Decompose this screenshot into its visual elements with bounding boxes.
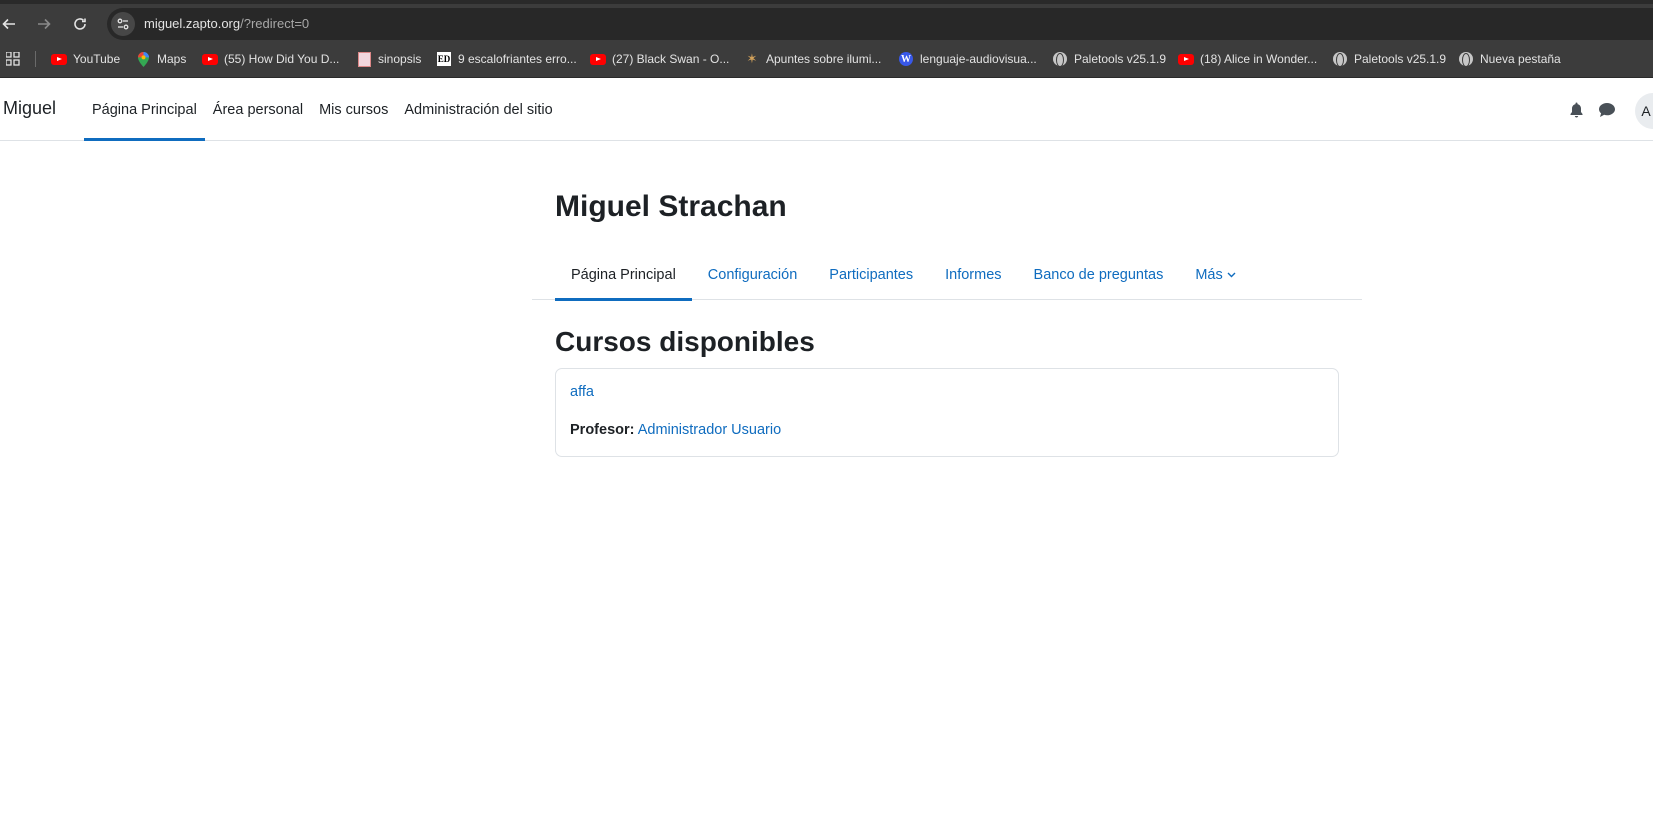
primary-nav-site-admin[interactable]: Administración del sitio: [396, 78, 560, 141]
bookmark-label: Apuntes sobre ilumi...: [766, 52, 882, 66]
back-button[interactable]: [0, 12, 21, 36]
reload-button[interactable]: [68, 12, 92, 36]
forward-button[interactable]: [32, 12, 56, 36]
bell-icon: [1570, 102, 1582, 118]
user-avatar[interactable]: A: [1635, 93, 1653, 129]
globe-icon: [1332, 51, 1348, 67]
arrow-left-icon: [2, 18, 15, 30]
globe-icon: [1052, 51, 1068, 67]
ed-icon: ED: [437, 52, 451, 66]
tab-reports[interactable]: Informes: [929, 250, 1017, 300]
bookmark-escalofriantes[interactable]: ED 9 escalofriantes erro...: [436, 50, 577, 68]
bookmark-lenguaje[interactable]: W lenguaje-audiovisua...: [898, 50, 1037, 68]
chat-bubble-icon: [1599, 103, 1615, 117]
bookmark-paletools-1[interactable]: Paletools v25.1.9: [1052, 50, 1166, 68]
bookmark-label: Paletools v25.1.9: [1074, 52, 1167, 66]
site-navbar: Miguel Página Principal Área personal Mi…: [0, 78, 1653, 141]
address-bar[interactable]: miguel.zapto.org/?redirect=0: [107, 8, 1653, 40]
apps-grid-icon[interactable]: [6, 52, 20, 66]
wordpress-icon: W: [899, 52, 913, 66]
bookmark-label: sinopsis: [378, 52, 422, 66]
bookmark-label: YouTube: [73, 52, 121, 66]
youtube-icon: [202, 51, 218, 67]
site-brand[interactable]: Miguel: [3, 98, 56, 119]
tab-more[interactable]: Más: [1179, 250, 1251, 300]
secondary-navigation: Página Principal Configuración Participa…: [532, 250, 1362, 301]
reload-icon: [74, 18, 86, 30]
course-link[interactable]: affa: [570, 384, 594, 400]
bookmark-label: Nueva pestaña: [1480, 52, 1561, 66]
course-card: affa Profesor: Administrador Usuario: [555, 368, 1339, 457]
section-title: Cursos disponibles: [555, 326, 815, 357]
teacher-label: Profesor:: [570, 422, 635, 438]
url-path: /?redirect=0: [240, 16, 310, 31]
bookmark-nueva-pestana[interactable]: Nueva pestaña: [1458, 50, 1561, 68]
bookmark-youtube[interactable]: YouTube: [51, 50, 120, 68]
globe-icon: [1458, 51, 1474, 67]
primary-nav-dashboard[interactable]: Área personal: [205, 78, 311, 141]
bookmark-alice[interactable]: (18) Alice in Wonder...: [1178, 50, 1317, 68]
bookmark-black-swan[interactable]: (27) Black Swan - O...: [590, 50, 729, 68]
bookmarks-bar: YouTube Maps (55) How Did You D... sinop…: [0, 40, 1653, 78]
bookmarks-separator: [35, 51, 36, 67]
page-title: Miguel Strachan: [555, 190, 787, 223]
course-teacher: Profesor: Administrador Usuario: [570, 422, 1324, 438]
youtube-icon: [590, 51, 606, 67]
maps-icon: [135, 51, 151, 67]
document-icon: [356, 51, 372, 67]
arrow-right-icon: [38, 18, 51, 30]
bookmark-label: lenguaje-audiovisua...: [920, 52, 1037, 66]
tab-home[interactable]: Página Principal: [555, 250, 692, 301]
teacher-link[interactable]: Administrador Usuario: [638, 422, 781, 438]
bookmark-label: Maps: [157, 52, 187, 66]
bookmark-sinopsis[interactable]: sinopsis: [356, 50, 421, 68]
tab-more-label: Más: [1195, 267, 1223, 283]
bookmark-apuntes[interactable]: ✶ Apuntes sobre ilumi...: [744, 50, 882, 68]
bookmark-label: 9 escalofriantes erro...: [458, 52, 577, 66]
tab-settings[interactable]: Configuración: [692, 250, 813, 300]
chevron-down-icon: [1227, 272, 1236, 278]
bookmark-maps[interactable]: Maps: [135, 50, 186, 68]
messages-button[interactable]: [1598, 101, 1616, 119]
notifications-button[interactable]: [1567, 101, 1585, 119]
tune-icon: [117, 18, 129, 30]
bookmark-paletools-2[interactable]: Paletools v25.1.9: [1332, 50, 1446, 68]
bookmark-how-did-you[interactable]: (55) How Did You D...: [202, 50, 339, 68]
tab-participants[interactable]: Participantes: [813, 250, 929, 300]
bookmark-label: (55) How Did You D...: [224, 52, 340, 66]
youtube-icon: [51, 51, 67, 67]
url-text: miguel.zapto.org/?redirect=0: [144, 16, 309, 31]
browser-toolbar: miguel.zapto.org/?redirect=0: [0, 0, 1653, 40]
figure-icon: ✶: [746, 51, 758, 66]
primary-nav-home[interactable]: Página Principal: [84, 78, 205, 141]
primary-nav-my-courses[interactable]: Mis cursos: [311, 78, 396, 141]
site-info-button[interactable]: [111, 12, 135, 36]
bookmark-label: Paletools v25.1.9: [1354, 52, 1447, 66]
bookmark-label: (18) Alice in Wonder...: [1200, 52, 1318, 66]
primary-navigation: Página Principal Área personal Mis curso…: [84, 78, 561, 141]
bookmark-label: (27) Black Swan - O...: [612, 52, 730, 66]
youtube-icon: [1178, 51, 1194, 67]
tab-question-bank[interactable]: Banco de preguntas: [1018, 250, 1180, 300]
url-host: miguel.zapto.org: [144, 16, 241, 31]
